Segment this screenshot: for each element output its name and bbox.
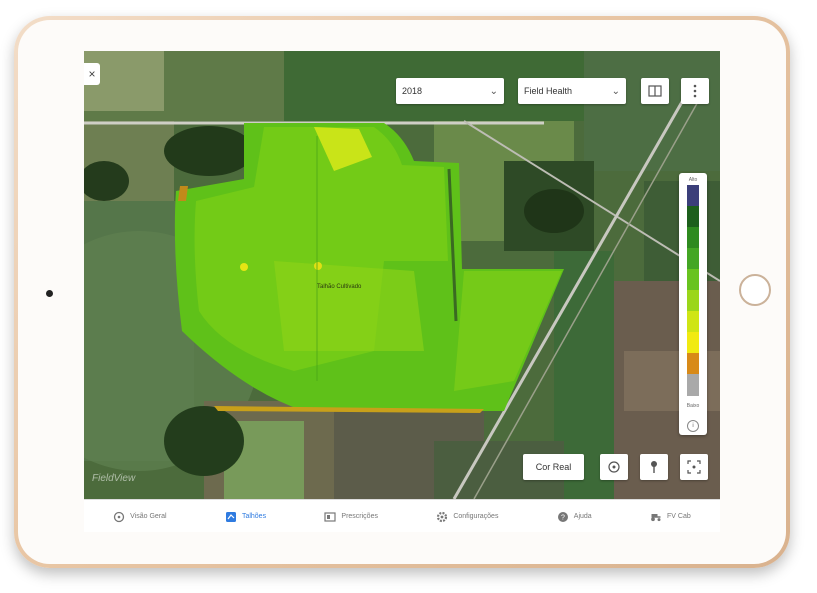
tab-settings-label: Configurações xyxy=(453,513,499,520)
chevron-down-icon: ⌄ xyxy=(611,85,620,97)
front-camera xyxy=(46,290,53,297)
tab-help-label: Ajuda xyxy=(573,513,592,520)
layer-select[interactable]: Field Health ⌄ xyxy=(518,78,626,104)
compass-icon xyxy=(113,511,125,523)
focus-frame-icon xyxy=(687,460,701,474)
gear-icon xyxy=(436,511,448,523)
legend-swatch xyxy=(687,332,699,354)
prescription-icon xyxy=(324,511,337,523)
legend-swatch xyxy=(687,269,699,291)
tractor-icon xyxy=(650,511,662,523)
tab-fields-label: Talhões xyxy=(241,513,267,520)
tab-fv-cab-label: FV Cab xyxy=(667,513,691,520)
app-screen: Talhão Cultivado FieldView × 2018 ⌄ Fiel… xyxy=(84,51,720,532)
pin-button[interactable] xyxy=(640,454,668,480)
watermark-logo: FieldView xyxy=(92,473,136,484)
year-select-value: 2018 xyxy=(402,86,423,96)
legend-swatch xyxy=(687,353,699,375)
legend-high-label: Alto xyxy=(688,177,698,183)
map-pin-icon xyxy=(651,461,657,473)
satellite-map[interactable] xyxy=(84,51,720,499)
tab-overview-label: Visão Geral xyxy=(130,513,167,520)
true-color-button[interactable]: Cor Real xyxy=(523,454,584,480)
svg-text:?: ? xyxy=(561,514,565,521)
tab-prescriptions[interactable]: Prescrições xyxy=(324,511,378,523)
chevron-down-icon: ⌄ xyxy=(489,85,498,97)
home-button[interactable] xyxy=(739,274,771,306)
fit-bounds-button[interactable] xyxy=(680,454,708,480)
tab-prescriptions-label: Prescrições xyxy=(341,513,378,520)
help-icon: ? xyxy=(557,511,569,523)
legend-swatch xyxy=(687,227,699,249)
legend-swatch xyxy=(687,290,699,312)
split-view-button[interactable] xyxy=(641,78,669,104)
split-view-icon xyxy=(648,85,662,97)
year-select[interactable]: 2018 ⌄ xyxy=(396,78,504,104)
field-name-label: Talhão Cultivado xyxy=(317,284,362,290)
more-vertical-icon xyxy=(693,84,697,98)
tab-overview[interactable]: Visão Geral xyxy=(113,511,167,523)
legend-swatch xyxy=(687,185,699,207)
tab-settings[interactable]: Configurações xyxy=(436,511,498,523)
legend-swatch xyxy=(687,374,699,396)
health-legend: Alto Baixo i xyxy=(679,173,707,435)
legend-swatch xyxy=(687,248,699,270)
legend-low-label: Baixo xyxy=(686,403,700,409)
legend-swatch xyxy=(687,206,699,228)
more-options-button[interactable] xyxy=(681,78,709,104)
map-icon xyxy=(225,511,237,523)
location-button[interactable] xyxy=(600,454,628,480)
info-icon[interactable]: i xyxy=(687,420,699,432)
crosshair-icon xyxy=(608,461,620,473)
close-panel-button[interactable]: × xyxy=(84,63,100,85)
tab-help[interactable]: ? Ajuda xyxy=(557,511,592,523)
bottom-tab-bar: Visão Geral Talhões Prescrições Configur… xyxy=(84,499,720,532)
tab-fields[interactable]: Talhões xyxy=(225,511,266,523)
layer-select-value: Field Health xyxy=(524,86,573,96)
legend-swatch xyxy=(687,311,699,333)
tab-fv-cab[interactable]: FV Cab xyxy=(650,511,691,523)
